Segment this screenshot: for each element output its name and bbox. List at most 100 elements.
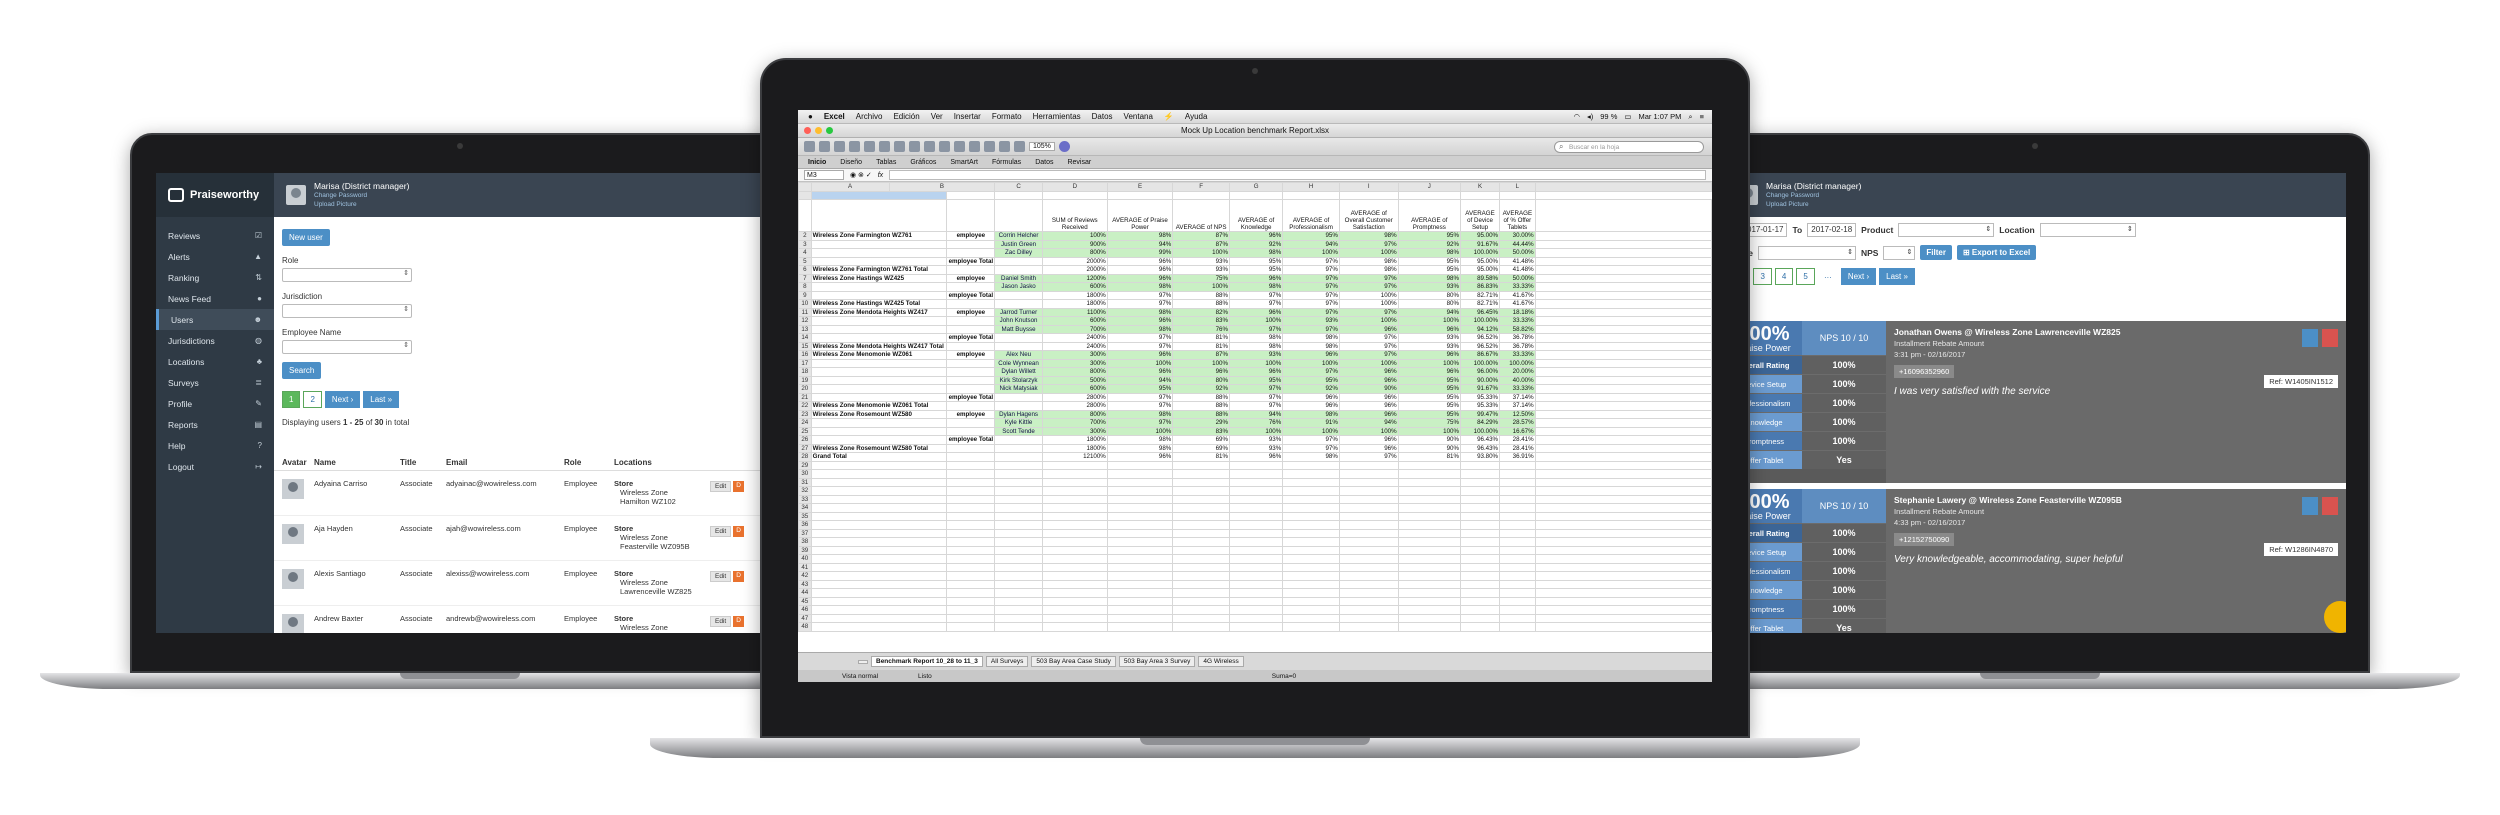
cell[interactable] bbox=[1534, 503, 1712, 513]
value-cell[interactable]: 97% bbox=[1282, 273, 1340, 284]
cell[interactable] bbox=[1459, 528, 1501, 539]
location-cell[interactable] bbox=[810, 282, 948, 292]
cell[interactable] bbox=[1106, 486, 1174, 496]
value-cell[interactable]: 2400% bbox=[1041, 341, 1108, 352]
cell[interactable] bbox=[1397, 596, 1461, 607]
cell[interactable] bbox=[1397, 588, 1461, 598]
employee-name-cell[interactable] bbox=[994, 435, 1043, 445]
value-cell[interactable]: 98% bbox=[1228, 333, 1284, 343]
cell[interactable] bbox=[1282, 554, 1340, 564]
value-cell[interactable]: 96% bbox=[1106, 367, 1174, 377]
cell[interactable] bbox=[1499, 537, 1536, 547]
employee-type-cell[interactable] bbox=[946, 324, 996, 335]
cell[interactable] bbox=[1106, 503, 1174, 513]
notifications-icon[interactable]: ≡ bbox=[1700, 112, 1704, 121]
cell[interactable] bbox=[810, 190, 948, 201]
edit-button[interactable]: Edit bbox=[710, 481, 732, 492]
row-number[interactable]: 22 bbox=[798, 401, 812, 411]
value-cell[interactable]: 76% bbox=[1228, 418, 1284, 428]
user-name[interactable]: Adyaina Carriso bbox=[314, 479, 400, 488]
spreadsheet-grid[interactable]: A B C D E F G H I J K L SUM of Reviews Received AVERA… bbox=[798, 182, 1712, 652]
menu-ventana[interactable]: Ventana bbox=[1124, 112, 1153, 121]
value-cell[interactable]: 93% bbox=[1172, 256, 1230, 267]
value-cell[interactable]: 800% bbox=[1041, 409, 1108, 420]
value-cell[interactable]: 95% bbox=[1397, 231, 1461, 241]
value-cell[interactable]: 69% bbox=[1172, 435, 1230, 445]
cell[interactable] bbox=[1459, 511, 1501, 522]
cell[interactable] bbox=[1499, 579, 1536, 590]
cell[interactable] bbox=[1397, 477, 1461, 488]
employee-type-cell[interactable]: employee Total bbox=[946, 392, 996, 403]
value-cell[interactable]: 96% bbox=[1338, 375, 1399, 386]
cell[interactable] bbox=[1228, 460, 1284, 471]
employee-type-cell[interactable] bbox=[946, 316, 996, 326]
ribbon-tab-datos[interactable]: Datos bbox=[1035, 159, 1053, 166]
cell[interactable] bbox=[1041, 537, 1108, 547]
cell[interactable] bbox=[1534, 588, 1712, 598]
cell[interactable] bbox=[1338, 605, 1399, 615]
value-cell[interactable]: 96% bbox=[1338, 435, 1399, 445]
value-cell[interactable]: 100% bbox=[1338, 299, 1399, 309]
filter-icon[interactable] bbox=[984, 141, 995, 152]
row-number[interactable]: 16 bbox=[798, 350, 812, 360]
cell[interactable] bbox=[1228, 562, 1284, 573]
cell[interactable] bbox=[810, 605, 948, 615]
value-cell[interactable]: 97% bbox=[1106, 341, 1174, 352]
employee-type-cell[interactable]: employee bbox=[946, 350, 996, 360]
employee-type-cell[interactable] bbox=[946, 265, 996, 275]
row-number[interactable]: 39 bbox=[798, 545, 812, 556]
value-cell[interactable]: 92% bbox=[1397, 239, 1461, 250]
cell[interactable] bbox=[994, 537, 1043, 547]
cell[interactable] bbox=[994, 503, 1043, 513]
cell[interactable] bbox=[1172, 554, 1230, 564]
value-cell[interactable]: 97% bbox=[1338, 452, 1399, 462]
value-cell[interactable]: 1100% bbox=[1041, 307, 1108, 318]
cell[interactable] bbox=[1228, 469, 1284, 479]
cell[interactable] bbox=[1397, 579, 1461, 590]
value-cell[interactable]: 88% bbox=[1172, 409, 1230, 420]
cell[interactable] bbox=[1338, 588, 1399, 598]
value-cell[interactable]: 93% bbox=[1228, 350, 1284, 360]
value-cell[interactable]: 97% bbox=[1228, 324, 1284, 335]
value-cell[interactable]: 96.43% bbox=[1459, 443, 1501, 454]
column-header-i[interactable]: I bbox=[1338, 182, 1399, 192]
cell[interactable] bbox=[994, 613, 1043, 624]
value-cell[interactable]: 36.78% bbox=[1499, 333, 1536, 343]
print-icon[interactable] bbox=[849, 141, 860, 152]
sidebar-item-news-feed[interactable]: News Feed ● bbox=[156, 288, 274, 309]
cell[interactable] bbox=[946, 537, 996, 547]
cell[interactable] bbox=[1172, 605, 1230, 615]
cell[interactable] bbox=[1534, 571, 1712, 581]
value-cell[interactable]: 82% bbox=[1172, 307, 1230, 318]
delete-button[interactable]: D bbox=[733, 571, 744, 582]
cell[interactable] bbox=[994, 605, 1043, 615]
cell[interactable] bbox=[1282, 486, 1340, 496]
value-cell[interactable]: 96.43% bbox=[1459, 435, 1501, 445]
cell[interactable] bbox=[810, 520, 948, 530]
cell[interactable] bbox=[1172, 528, 1230, 539]
cell[interactable] bbox=[946, 596, 996, 607]
cell[interactable] bbox=[810, 503, 948, 513]
cell[interactable] bbox=[1459, 494, 1501, 505]
value-cell[interactable]: 99% bbox=[1106, 248, 1174, 258]
value-cell[interactable]: 98% bbox=[1282, 409, 1340, 420]
cell[interactable] bbox=[1499, 494, 1536, 505]
value-cell[interactable]: 95.33% bbox=[1459, 392, 1501, 403]
cell[interactable] bbox=[1338, 545, 1399, 556]
value-cell[interactable]: 95% bbox=[1397, 256, 1461, 267]
value-cell[interactable]: 100% bbox=[1172, 282, 1230, 292]
location-cell[interactable]: Wireless Zone Farmington WZ761 Total bbox=[810, 265, 948, 275]
menu-datos[interactable]: Datos bbox=[1092, 112, 1113, 121]
cell[interactable] bbox=[1282, 511, 1340, 522]
value-cell[interactable]: 97% bbox=[1282, 265, 1340, 275]
row-number[interactable] bbox=[798, 190, 812, 201]
paste-icon[interactable] bbox=[894, 141, 905, 152]
employee-type-cell[interactable]: employee bbox=[946, 307, 996, 318]
delete-icon[interactable] bbox=[2322, 329, 2338, 347]
cell[interactable] bbox=[1499, 503, 1536, 513]
value-cell[interactable]: 96% bbox=[1282, 401, 1340, 411]
value-cell[interactable]: 1200% bbox=[1041, 273, 1108, 284]
filter-button[interactable]: Filter bbox=[1920, 245, 1952, 260]
location-cell[interactable] bbox=[810, 290, 948, 301]
cell[interactable] bbox=[1106, 596, 1174, 607]
